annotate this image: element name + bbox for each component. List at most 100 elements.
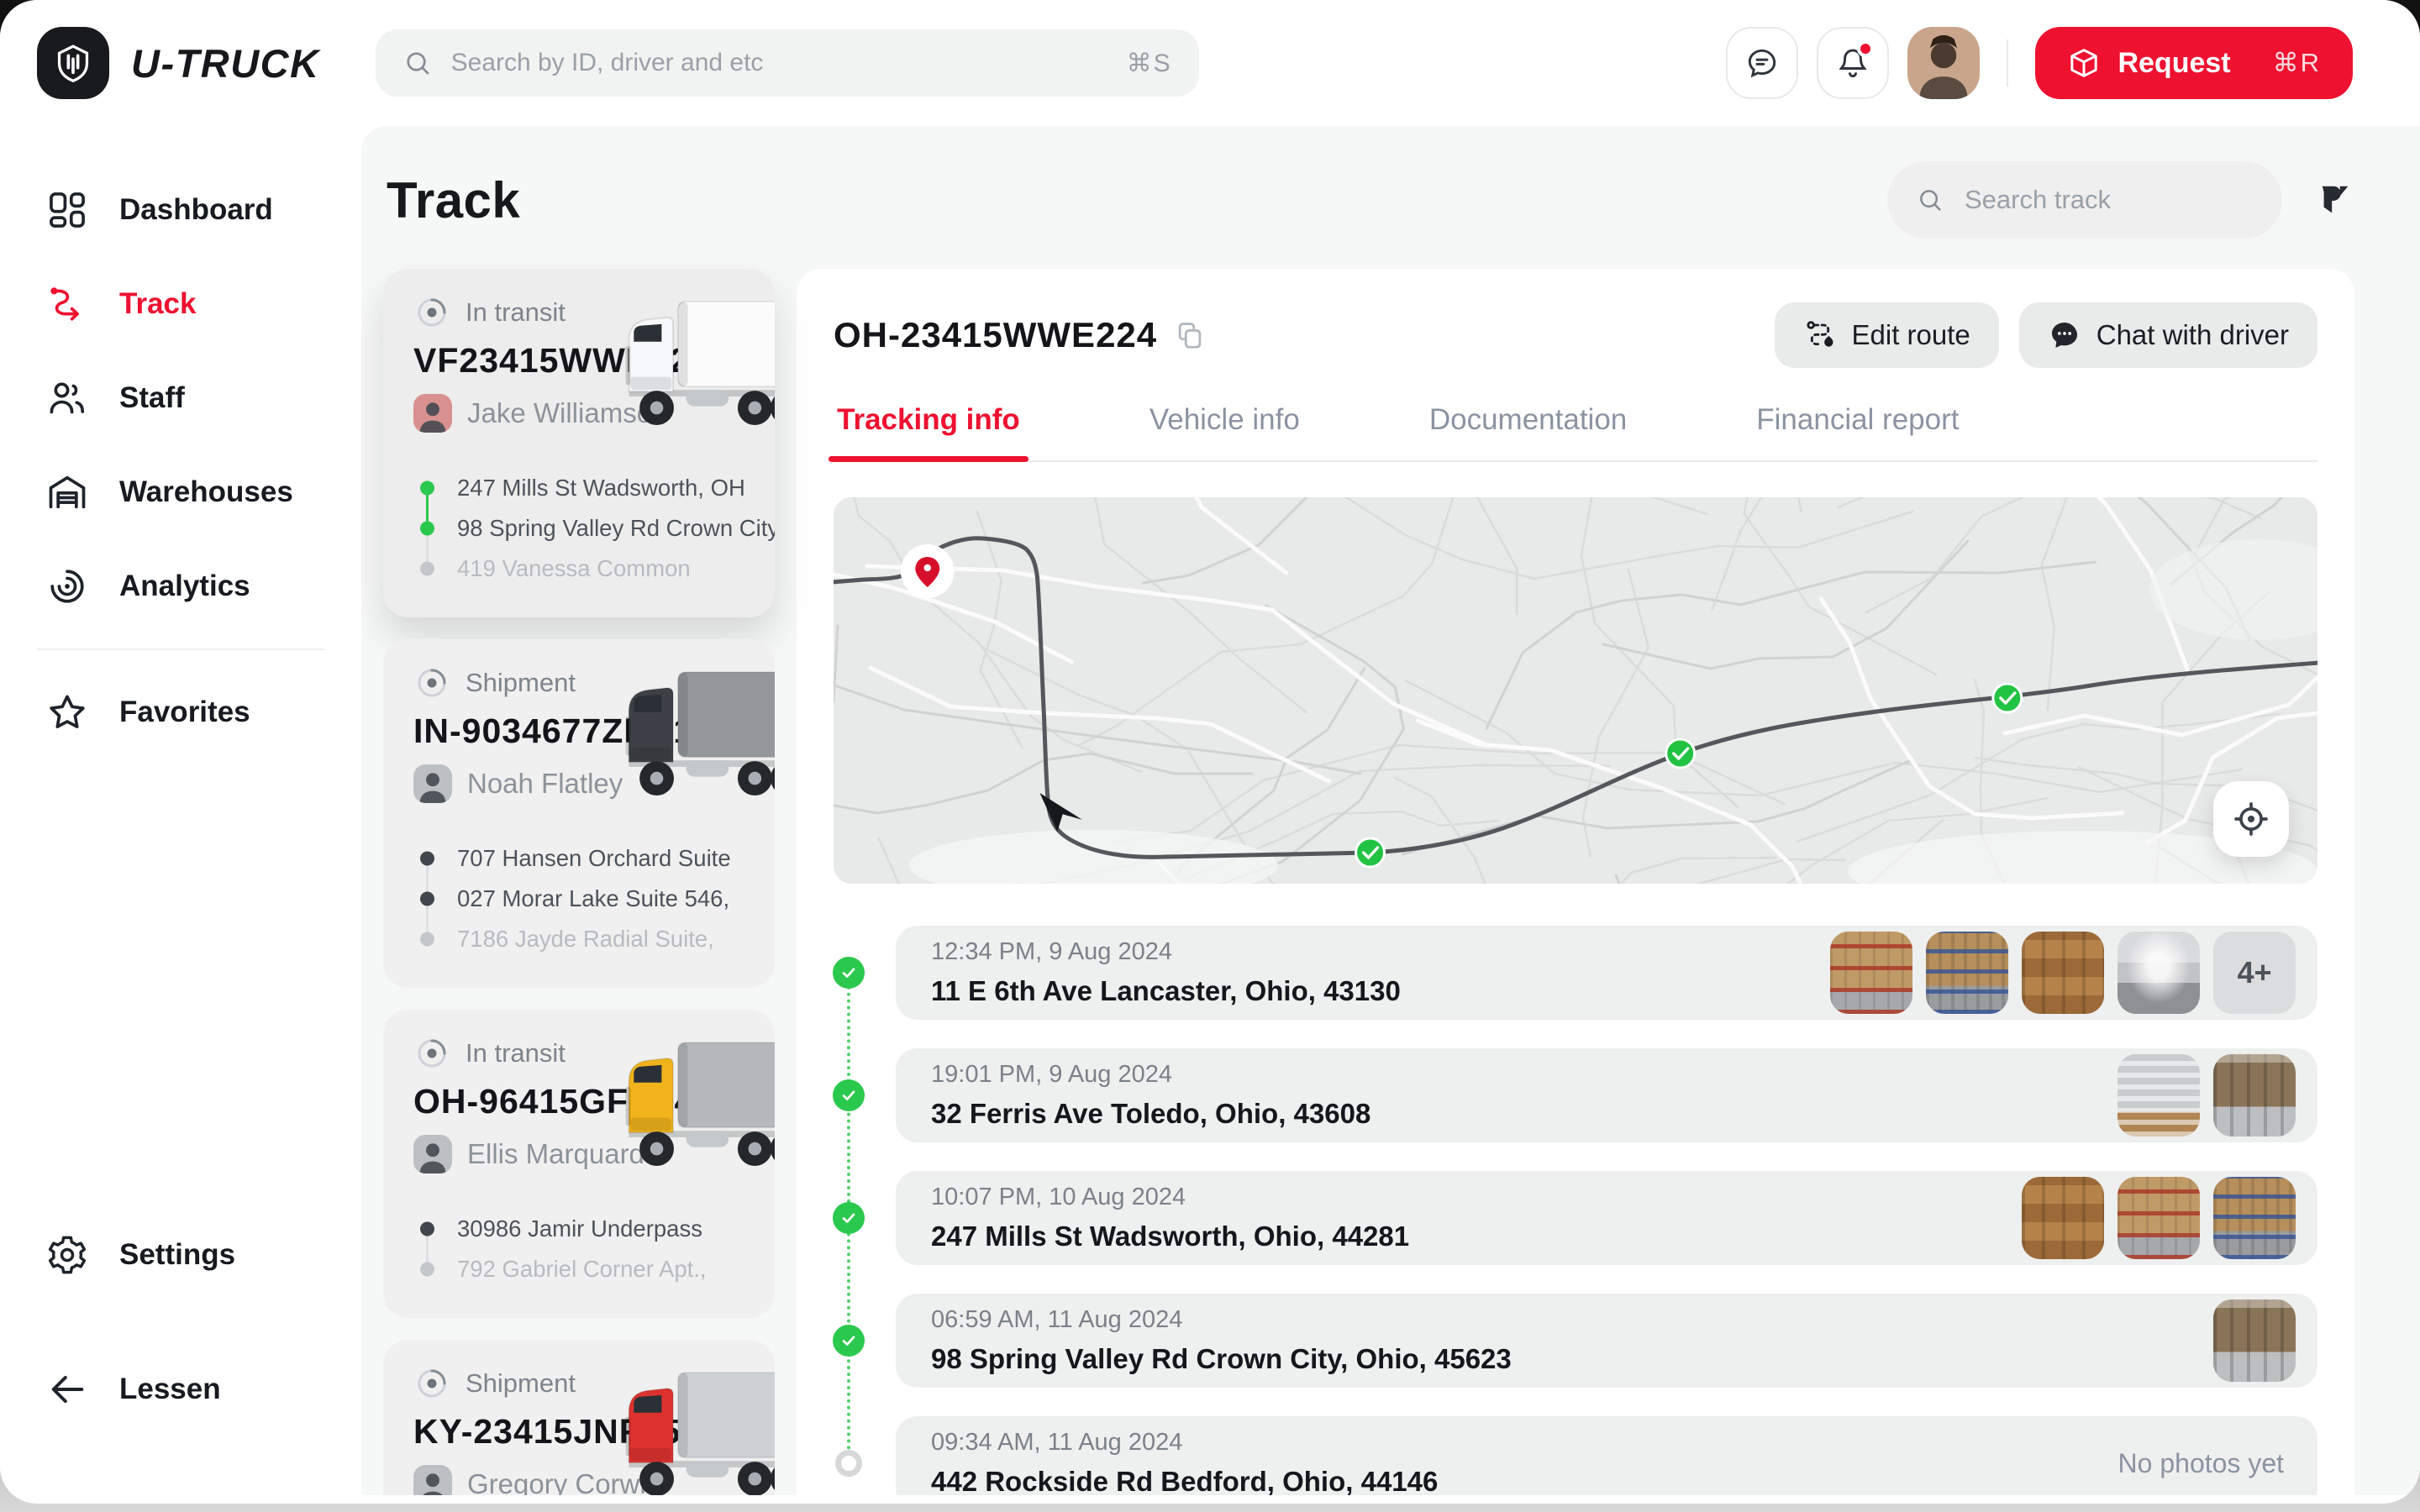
map-checkpoint-icon[interactable]	[1666, 739, 1695, 768]
track-card-OH-96415GFC145[interactable]: In transitOH-96415GFC145Ellis Marquardt3…	[383, 1010, 775, 1318]
sidebar-item-analytics[interactable]: Analytics	[0, 539, 361, 633]
warehouse-photo-thumbnail[interactable]	[2213, 1054, 2296, 1137]
dashboard-icon	[45, 188, 89, 232]
tab-documentation[interactable]: Documentation	[1428, 403, 1628, 460]
sidebar-divider	[37, 648, 324, 650]
route-map[interactable]	[834, 497, 2317, 884]
checkpoint-pending-icon	[835, 1450, 862, 1477]
tabs: Tracking info Vehicle info Documentation Fi…	[834, 403, 2317, 462]
tab-label: Vehicle info	[1150, 403, 1300, 436]
stop-dot-icon	[420, 522, 434, 536]
timeline-photos: 4+	[1830, 932, 2296, 1014]
sidebar-item-staff[interactable]: Staff	[0, 351, 361, 445]
notifications-button[interactable]	[1817, 27, 1889, 99]
warehouse-photo-thumbnail[interactable]	[2118, 1054, 2200, 1137]
edit-route-label: Edit route	[1852, 319, 1970, 351]
stop-dot-icon	[420, 852, 434, 866]
stop-address-label: 419 Vanessa Common	[457, 555, 691, 582]
track-card-VF23415WWE224[interactable]: In transitVF23415WWE224Jake Williamson24…	[383, 269, 775, 617]
tab-label: Documentation	[1429, 403, 1627, 436]
timeline-entry: 12:34 PM, 9 Aug 2024 11 E 6th Ave Lancast…	[896, 926, 2317, 1020]
chat-filled-icon	[2048, 318, 2081, 352]
timeline-address: 11 E 6th Ave Lancaster, Ohio, 43130	[931, 975, 1401, 1007]
timeline-entry: 19:01 PM, 9 Aug 202432 Ferris Ave Toledo…	[896, 1048, 2317, 1142]
stop-address: 7186 Jayde Radial Suite,	[413, 919, 744, 959]
warehouse-photo-thumbnail[interactable]	[2213, 1299, 2296, 1382]
chat-with-driver-label: Chat with driver	[2096, 319, 2289, 351]
user-avatar[interactable]	[1907, 27, 1980, 99]
copy-id-button[interactable]	[1174, 319, 1206, 351]
timeline-entry: 09:34 AM, 11 Aug 2024442 Rockside Rd Bed…	[896, 1416, 2317, 1495]
brand-logo-icon	[37, 27, 109, 99]
driver-avatar	[413, 764, 452, 803]
warehouse-photo-thumbnail[interactable]	[2118, 932, 2200, 1014]
brand-name: U-TRUCK	[131, 40, 320, 87]
map-pin-icon[interactable]	[901, 544, 955, 598]
map-checkpoint-icon[interactable]	[1993, 684, 2022, 712]
sidebar-item-track[interactable]: Track	[0, 257, 361, 351]
driver-avatar	[413, 1135, 452, 1173]
sidebar-item-label: Favorites	[119, 696, 250, 729]
chat-with-driver-button[interactable]: Chat with driver	[2019, 302, 2317, 368]
sidebar-item-settings[interactable]: Settings	[0, 1208, 361, 1302]
detail-header: OH-23415WWE224	[834, 302, 2317, 368]
tab-vehicle-info[interactable]: Vehicle info	[1148, 403, 1302, 460]
timeline-time: 06:59 AM, 11 Aug 2024	[931, 1306, 1512, 1334]
sidebar-item-dashboard[interactable]: Dashboard	[0, 163, 361, 257]
sidebar-nav: Dashboard Track Staff WarehousesAnalytics Fa…	[0, 163, 361, 759]
stop-address: 707 Hansen Orchard Suite	[413, 838, 744, 879]
warehouse-photo-thumbnail[interactable]	[2022, 1177, 2104, 1259]
timeline-entry-text: 06:59 AM, 11 Aug 2024 98 Spring Valley Rd…	[931, 1306, 1512, 1375]
shipment-driver: Gregory Corwin	[413, 1465, 744, 1495]
detail-actions: Edit route Chat with driver	[1775, 302, 2318, 368]
shipment-status-label: In transit	[466, 1038, 566, 1068]
tab-label: Tracking info	[837, 403, 1020, 436]
map-checkpoint-icon[interactable]	[1356, 838, 1385, 867]
filter-button[interactable]	[2316, 181, 2354, 219]
sidebar-item-label: Staff	[119, 381, 185, 415]
gear-icon	[45, 1233, 89, 1277]
more-photos-badge[interactable]: 4+	[2213, 932, 2296, 1014]
track-card-KY-23415JNF155[interactable]: ShipmentKY-23415JNF155Gregory Corwin2623…	[383, 1340, 775, 1495]
shipment-status-label: Shipment	[466, 1368, 576, 1399]
search-shortcut: ⌘S	[1127, 49, 1172, 78]
edit-route-button[interactable]: Edit route	[1775, 302, 1999, 368]
request-button[interactable]: Request ⌘R	[2035, 27, 2353, 99]
warehouse-photo-thumbnail[interactable]	[2022, 932, 2104, 1014]
stop-dot-icon	[420, 562, 434, 576]
global-search-input[interactable]	[451, 49, 1108, 77]
stop-dot-icon	[420, 892, 434, 906]
status-ring-icon	[413, 1365, 450, 1402]
warehouse-photo-thumbnail[interactable]	[2118, 1177, 2200, 1259]
stop-address-label: 30986 Jamir Underpass	[457, 1215, 702, 1242]
request-shortcut: ⌘R	[2273, 48, 2321, 78]
timeline-address: 98 Spring Valley Rd Crown City, Ohio, 45…	[931, 1343, 1512, 1375]
tab-tracking-info[interactable]: Tracking info	[835, 403, 1022, 460]
locate-button[interactable]	[2213, 781, 2289, 857]
track-search-input[interactable]	[1965, 185, 2254, 215]
shipment-id: VF23415WWE224	[413, 341, 744, 381]
warehouse-photo-thumbnail[interactable]	[2213, 1177, 2296, 1259]
tab-financial-report[interactable]: Financial report	[1754, 403, 1960, 460]
sidebar-item-warehouses[interactable]: Warehouses	[0, 445, 361, 539]
track-icon	[45, 282, 89, 326]
warehouse-photo-thumbnail[interactable]	[1926, 932, 2008, 1014]
stops-list: 247 Mills St Wadsworth, OH98 Spring Vall…	[413, 468, 744, 589]
status-ring-icon	[413, 664, 450, 701]
search-icon	[402, 48, 433, 78]
sidebar-item-label: Dashboard	[119, 193, 273, 227]
topbar: U-TRUCK ⌘S	[0, 0, 2420, 126]
timeline-time: 09:34 AM, 11 Aug 2024	[931, 1429, 1438, 1457]
stop-dot-icon	[420, 1222, 434, 1236]
shipment-id: OH-23415WWE224	[834, 315, 1157, 355]
messages-button[interactable]	[1726, 27, 1798, 99]
crosshair-icon	[2232, 800, 2270, 838]
warehouse-photo-thumbnail[interactable]	[1830, 932, 1912, 1014]
track-card-IN-9034677ZFG154[interactable]: ShipmentIN-9034677ZFG154Noah Flatley707 …	[383, 639, 775, 988]
sidebar-item-favorites[interactable]: Favorites	[0, 665, 361, 759]
driver-name: Jake Williamson	[467, 397, 667, 429]
stop-dot-icon	[420, 932, 434, 947]
shipment-driver: Jake Williamson	[413, 394, 744, 433]
sidebar-collapse-button[interactable]: Lessen	[0, 1342, 361, 1436]
timeline-time: 12:34 PM, 9 Aug 2024	[931, 938, 1401, 966]
